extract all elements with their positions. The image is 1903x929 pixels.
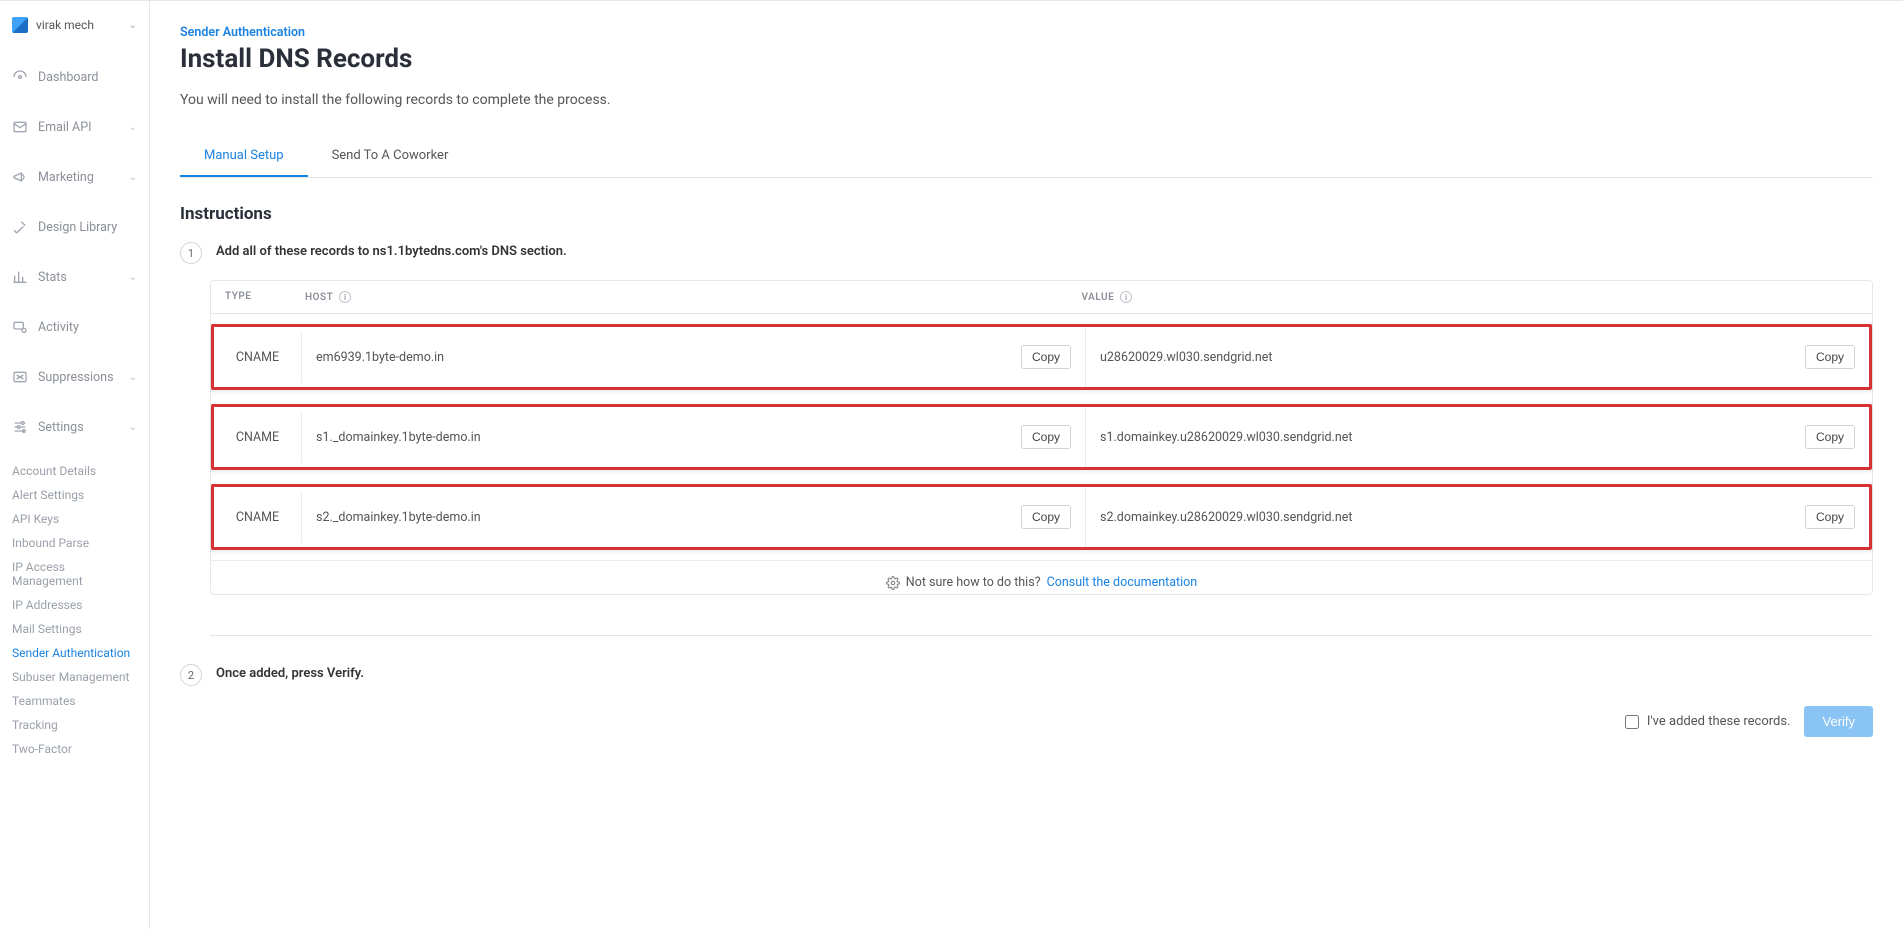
copy-host-button[interactable]: Copy <box>1021 345 1071 369</box>
chevron-down-icon: ⌄ <box>129 122 137 133</box>
sidebar-item-label: Marketing <box>38 170 94 185</box>
subnav-subuser[interactable]: Subuser Management <box>12 665 137 689</box>
breadcrumb[interactable]: Sender Authentication <box>180 25 1873 40</box>
page-lead: You will need to install the following r… <box>180 92 1873 108</box>
chevron-down-icon: ⌄ <box>129 172 137 183</box>
megaphone-icon <box>12 169 28 185</box>
sidebar-item-marketing[interactable]: Marketing ⌄ <box>0 159 149 195</box>
gear-icon <box>886 576 900 590</box>
sidebar-item-stats[interactable]: Stats ⌄ <box>0 259 149 295</box>
palette-icon <box>12 219 28 235</box>
record-type: CNAME <box>214 412 302 463</box>
record-host: s2._domainkey.1byte-demo.in <box>316 510 481 525</box>
record-host: s1._domainkey.1byte-demo.in <box>316 430 481 445</box>
copy-host-button[interactable]: Copy <box>1021 505 1071 529</box>
record-type: CNAME <box>214 332 302 383</box>
sidebar-item-activity[interactable]: Activity <box>0 309 149 345</box>
sidebar-item-email-api[interactable]: Email API ⌄ <box>0 109 149 145</box>
verify-row: I've added these records. Verify <box>210 706 1873 737</box>
checkbox-input[interactable] <box>1625 715 1639 729</box>
verify-button[interactable]: Verify <box>1804 706 1873 737</box>
col-host: HOST i <box>305 291 1082 303</box>
tabs: Manual Setup Send To A Coworker <box>180 136 1873 178</box>
step-1-text: Add all of these records to ns1.1bytedns… <box>216 244 567 259</box>
dns-records-table: TYPE HOST i VALUE i CNAME em6939.1byte-d… <box>210 280 1873 595</box>
step-number: 2 <box>180 664 202 686</box>
record-value: s1.domainkey.u28620029.wl030.sendgrid.ne… <box>1100 430 1352 445</box>
info-icon[interactable]: i <box>339 291 351 303</box>
subnav-sender-auth[interactable]: Sender Authentication <box>12 641 137 665</box>
help-link[interactable]: Consult the documentation <box>1047 575 1198 590</box>
info-icon[interactable]: i <box>1120 291 1132 303</box>
settings-subnav: Account Details Alert Settings API Keys … <box>0 459 149 761</box>
copy-host-button[interactable]: Copy <box>1021 425 1071 449</box>
table-row: CNAME s1._domainkey.1byte-demo.in Copy s… <box>211 404 1872 470</box>
chevron-down-icon: ⌄ <box>129 422 137 433</box>
records-added-checkbox[interactable]: I've added these records. <box>1625 714 1791 729</box>
gauge-icon <box>12 69 28 85</box>
brand-logo-icon <box>12 17 28 33</box>
subnav-alert-settings[interactable]: Alert Settings <box>12 483 137 507</box>
subnav-account-details[interactable]: Account Details <box>12 459 137 483</box>
mail-block-icon <box>12 369 28 385</box>
tab-manual-setup[interactable]: Manual Setup <box>180 136 308 177</box>
chevron-down-icon: ⌄ <box>129 20 137 31</box>
step-2: 2 Once added, press Verify. <box>180 666 1873 686</box>
copy-value-button[interactable]: Copy <box>1805 505 1855 529</box>
sidebar-item-suppressions[interactable]: Suppressions ⌄ <box>0 359 149 395</box>
sidebar-item-label: Suppressions <box>38 370 114 385</box>
col-type: TYPE <box>225 291 305 303</box>
table-row: CNAME em6939.1byte-demo.in Copy u2862002… <box>211 324 1872 390</box>
sidebar-item-label: Email API <box>38 120 92 135</box>
subnav-ip-access[interactable]: IP Access Management <box>12 555 137 593</box>
sidebar-item-label: Dashboard <box>38 70 98 85</box>
tab-send-coworker[interactable]: Send To A Coworker <box>308 136 473 177</box>
step-1: 1 Add all of these records to ns1.1byted… <box>180 244 1873 264</box>
sidebar-item-label: Activity <box>38 320 79 335</box>
chevron-down-icon: ⌄ <box>129 372 137 383</box>
help-row: Not sure how to do this? Consult the doc… <box>211 560 1872 594</box>
checkbox-label: I've added these records. <box>1647 714 1791 729</box>
sidebar-item-design-library[interactable]: Design Library <box>0 209 149 245</box>
record-value: u28620029.wl030.sendgrid.net <box>1100 350 1273 365</box>
sidebar-item-label: Stats <box>38 270 67 285</box>
record-host: em6939.1byte-demo.in <box>316 350 444 365</box>
sidebar-item-settings[interactable]: Settings ⌄ <box>0 409 149 445</box>
subnav-api-keys[interactable]: API Keys <box>12 507 137 531</box>
chevron-down-icon: ⌄ <box>129 272 137 283</box>
subnav-inbound-parse[interactable]: Inbound Parse <box>12 531 137 555</box>
primary-nav: Dashboard Email API ⌄ Marketing ⌄ <box>0 59 149 761</box>
step-2-text: Once added, press Verify. <box>216 666 364 681</box>
subnav-mail-settings[interactable]: Mail Settings <box>12 617 137 641</box>
account-switcher[interactable]: virak mech ⌄ <box>0 9 149 41</box>
step-number: 1 <box>180 242 202 264</box>
record-type: CNAME <box>214 492 302 543</box>
table-header: TYPE HOST i VALUE i <box>211 281 1872 314</box>
subnav-tracking[interactable]: Tracking <box>12 713 137 737</box>
copy-value-button[interactable]: Copy <box>1805 425 1855 449</box>
sidebar-item-label: Settings <box>38 420 84 435</box>
page-title: Install DNS Records <box>180 44 1873 74</box>
col-value: VALUE i <box>1082 291 1859 303</box>
subnav-teammates[interactable]: Teammates <box>12 689 137 713</box>
bar-chart-icon <box>12 269 28 285</box>
sidebar-item-label: Design Library <box>38 220 117 235</box>
sidebar-item-dashboard[interactable]: Dashboard <box>0 59 149 95</box>
mail-search-icon <box>12 319 28 335</box>
subnav-two-factor[interactable]: Two-Factor <box>12 737 137 761</box>
table-row: CNAME s2._domainkey.1byte-demo.in Copy s… <box>211 484 1872 550</box>
record-value: s2.domainkey.u28620029.wl030.sendgrid.ne… <box>1100 510 1352 525</box>
main-content: Sender Authentication Install DNS Record… <box>150 1 1903 929</box>
sliders-icon <box>12 419 28 435</box>
subnav-ip-addresses[interactable]: IP Addresses <box>12 593 137 617</box>
instructions-heading: Instructions <box>180 204 1873 224</box>
copy-value-button[interactable]: Copy <box>1805 345 1855 369</box>
sidebar: virak mech ⌄ Dashboard Email API ⌄ <box>0 1 150 929</box>
divider <box>210 635 1873 636</box>
mail-icon <box>12 119 28 135</box>
help-text: Not sure how to do this? <box>906 575 1041 590</box>
account-name: virak mech <box>36 18 121 32</box>
